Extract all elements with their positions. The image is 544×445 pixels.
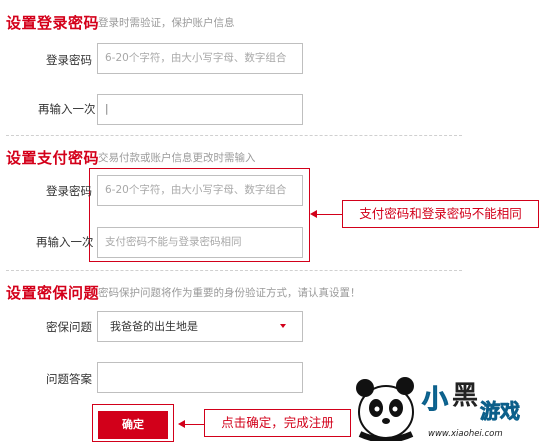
confirm-button[interactable]: 确定 xyxy=(98,411,168,439)
pay-password-label: 登录密码 xyxy=(46,184,92,198)
login-password-label: 登录密码 xyxy=(46,53,92,67)
pay-password-section-title: 设置支付密码 xyxy=(6,149,100,167)
pay-password-confirm-input[interactable]: 支付密码不能与登录密码相同 xyxy=(97,227,303,258)
submit-callout: 点击确定，完成注册 xyxy=(204,409,351,437)
svg-text:小: 小 xyxy=(422,385,448,415)
security-question-label: 密保问题 xyxy=(46,320,92,334)
security-answer-input[interactable] xyxy=(97,362,303,393)
section-divider-2 xyxy=(6,270,462,271)
site-logo-watermark: 小 黑 游戏 www.xiaohei.com xyxy=(352,366,542,443)
section-divider-1 xyxy=(6,135,462,136)
login-password-input[interactable]: 6-20个字符，由大小写字母、数字组合 xyxy=(97,43,303,74)
chevron-down-icon[interactable] xyxy=(280,324,286,328)
login-password-confirm-label: 再输入一次 xyxy=(38,102,96,116)
security-answer-label: 问题答案 xyxy=(46,372,92,386)
svg-text:黑: 黑 xyxy=(452,381,478,411)
login-password-section-title: 设置登录密码 xyxy=(6,14,100,32)
callout-arrow-line xyxy=(184,424,204,425)
pay-password-confirm-label: 再输入一次 xyxy=(36,235,94,249)
login-password-section-subtitle: 登录时需验证，保护账户信息 xyxy=(98,17,235,29)
svg-text:www.xiaohei.com: www.xiaohei.com xyxy=(428,429,503,439)
callout-arrow-line xyxy=(316,214,342,215)
panda-logo-icon: 小 黑 游戏 www.xiaohei.com xyxy=(356,377,520,443)
login-password-confirm-input[interactable]: | xyxy=(97,94,303,125)
svg-text:游戏: 游戏 xyxy=(480,399,520,423)
security-question-value: 我爸爸的出生地是 xyxy=(110,320,198,333)
pay-password-section-subtitle: 交易付款或账户信息更改时需输入 xyxy=(98,152,256,164)
security-question-section-subtitle: 密码保护问题将作为重要的身份验证方式，请认真设置！ xyxy=(98,287,361,299)
security-question-select[interactable]: 我爸爸的出生地是 xyxy=(97,311,303,342)
security-question-section-title: 设置密保问题 xyxy=(6,284,100,302)
pay-password-callout: 支付密码和登录密码不能相同 xyxy=(342,200,539,228)
pay-password-input[interactable]: 6-20个字符，由大小写字母、数字组合 xyxy=(97,175,303,206)
